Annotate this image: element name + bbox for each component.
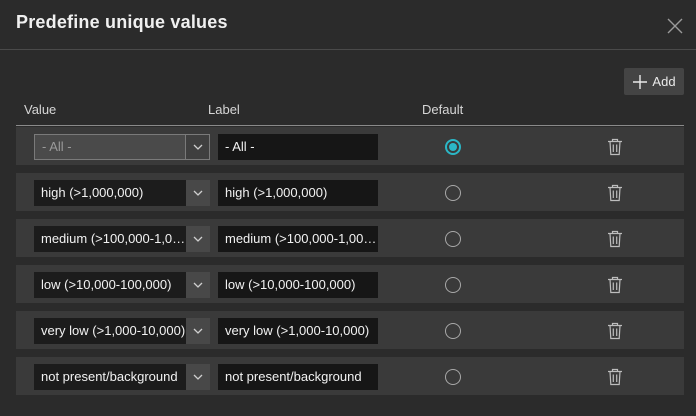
delete-button[interactable] (607, 184, 623, 202)
value-dropdown-button[interactable] (186, 226, 210, 252)
column-header-value: Value (24, 102, 57, 117)
label-input[interactable]: not present/background (218, 364, 378, 390)
value-dropdown-button[interactable] (186, 318, 210, 344)
trash-icon (608, 138, 622, 156)
chevron-down-icon (193, 374, 203, 380)
trash-icon (608, 322, 622, 340)
dialog-title: Predefine unique values (16, 12, 228, 32)
chevron-down-icon (193, 328, 203, 334)
header-divider (16, 125, 684, 126)
value-dropdown-button[interactable] (186, 272, 210, 298)
value-select[interactable]: medium (>100,000-1,000,000) (34, 226, 210, 252)
label-input[interactable]: - All - (218, 134, 378, 160)
chevron-down-icon (193, 190, 203, 196)
value-row: not present/background not present/backg… (16, 357, 684, 395)
value-select[interactable]: low (>10,000-100,000) (34, 272, 210, 298)
predefine-values-dialog: Predefine unique values Add Value Label … (0, 0, 696, 416)
value-row: medium (>100,000-1,000,000) medium (>100… (16, 219, 684, 257)
value-select-text[interactable]: - All - (34, 134, 186, 160)
value-select[interactable]: not present/background (34, 364, 210, 390)
close-icon (667, 18, 683, 34)
delete-button[interactable] (607, 368, 623, 386)
column-header-default: Default (422, 102, 464, 117)
label-input[interactable]: very low (>1,000-10,000) (218, 318, 378, 344)
label-input[interactable]: low (>10,000-100,000) (218, 272, 378, 298)
close-button[interactable] (664, 15, 686, 37)
value-row: high (>1,000,000) high (>1,000,000) (16, 173, 684, 211)
plus-icon (633, 74, 648, 89)
delete-button[interactable] (607, 230, 623, 248)
delete-button[interactable] (607, 138, 623, 156)
value-select[interactable]: high (>1,000,000) (34, 180, 210, 206)
value-select-text[interactable]: not present/background (34, 364, 186, 390)
default-radio[interactable] (445, 139, 461, 155)
default-radio[interactable] (445, 277, 461, 293)
chevron-down-icon (193, 282, 203, 288)
value-dropdown-button[interactable] (186, 180, 210, 206)
chevron-down-icon (193, 236, 203, 242)
value-row: - All - - All - (16, 127, 684, 165)
value-row: very low (>1,000-10,000) very low (>1,00… (16, 311, 684, 349)
label-input[interactable]: medium (>100,000-1,000,000) (218, 226, 378, 252)
value-dropdown-button[interactable] (186, 134, 210, 160)
value-select-text[interactable]: low (>10,000-100,000) (34, 272, 186, 298)
trash-icon (608, 184, 622, 202)
value-select-text[interactable]: medium (>100,000-1,000,000) (34, 226, 186, 252)
value-dropdown-button[interactable] (186, 364, 210, 390)
trash-icon (608, 230, 622, 248)
default-radio[interactable] (445, 231, 461, 247)
add-button[interactable]: Add (624, 68, 684, 95)
label-input[interactable]: high (>1,000,000) (218, 180, 378, 206)
delete-button[interactable] (607, 276, 623, 294)
default-radio[interactable] (445, 323, 461, 339)
column-header-label: Label (208, 102, 240, 117)
trash-icon (608, 276, 622, 294)
default-radio[interactable] (445, 369, 461, 385)
dialog-header: Predefine unique values (0, 0, 696, 50)
default-radio[interactable] (445, 185, 461, 201)
value-select[interactable]: - All - (34, 134, 210, 160)
value-select-text[interactable]: very low (>1,000-10,000) (34, 318, 186, 344)
add-button-label: Add (652, 74, 676, 89)
value-select[interactable]: very low (>1,000-10,000) (34, 318, 210, 344)
chevron-down-icon (193, 144, 202, 150)
trash-icon (608, 368, 622, 386)
delete-button[interactable] (607, 322, 623, 340)
value-row: low (>10,000-100,000) low (>10,000-100,0… (16, 265, 684, 303)
value-select-text[interactable]: high (>1,000,000) (34, 180, 186, 206)
